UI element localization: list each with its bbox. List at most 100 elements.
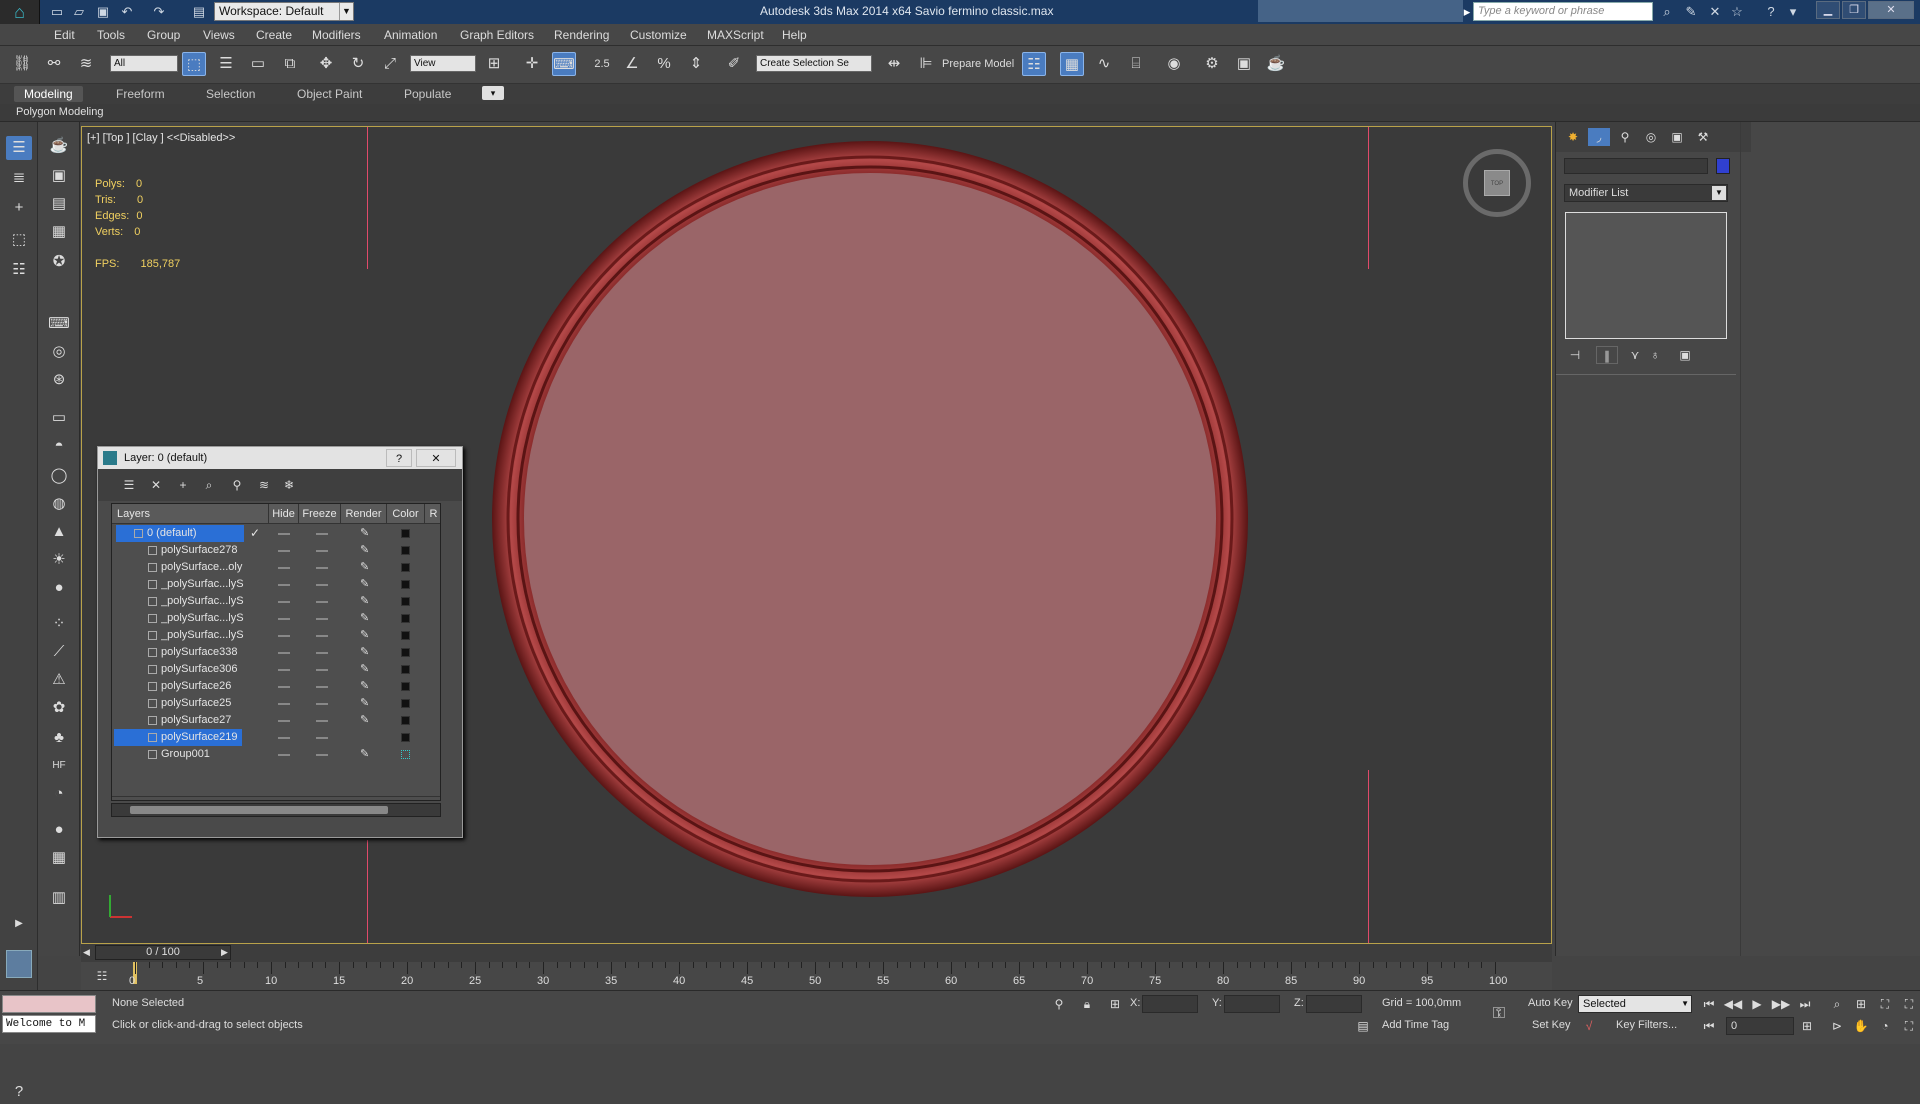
menu-help[interactable]: Help: [782, 28, 807, 42]
clipboard-icon[interactable]: ▤: [46, 192, 72, 216]
object-name-input[interactable]: [1564, 158, 1708, 174]
play-icon[interactable]: ▶: [1746, 995, 1768, 1013]
plane-icon[interactable]: ▭: [46, 406, 72, 430]
highlight-layer-icon[interactable]: ⚲: [226, 476, 248, 494]
hide-toggle[interactable]: [278, 754, 290, 756]
maximize-viewport-icon[interactable]: ⛶: [1898, 1017, 1920, 1035]
unlink-icon[interactable]: ⚯: [42, 52, 66, 76]
snaps-toggle-icon[interactable]: 2.5: [590, 52, 614, 76]
cone-icon[interactable]: ▲: [46, 520, 72, 544]
window-crossing-icon[interactable]: ⧉: [278, 52, 302, 76]
show-end-result-icon[interactable]: ∥: [1596, 346, 1618, 364]
curve-icon[interactable]: √: [1578, 1017, 1600, 1035]
layer-row[interactable]: polySurface27 ✎: [112, 712, 440, 729]
freeze-toggle[interactable]: [316, 533, 328, 535]
layer-row[interactable]: 0 (default) ✓ ✎: [112, 525, 440, 542]
sun-icon[interactable]: ☀: [46, 548, 72, 572]
hide-toggle[interactable]: [278, 652, 290, 654]
add-time-tag-button[interactable]: Add Time Tag: [1382, 1019, 1449, 1031]
layer-color-swatch[interactable]: [401, 631, 410, 640]
open-file-icon[interactable]: ▱: [70, 3, 88, 21]
col-layers[interactable]: Layers: [112, 504, 269, 524]
create-tab-icon[interactable]: ✸: [1562, 128, 1584, 146]
dome-icon[interactable]: ◓: [46, 434, 72, 458]
favorites-star-icon[interactable]: ☆: [1728, 3, 1746, 21]
hide-toggle[interactable]: [278, 703, 290, 705]
expand-panel-icon[interactable]: ▶: [6, 912, 32, 936]
viewcube-top-face[interactable]: TOP: [1484, 170, 1510, 196]
search-input[interactable]: Type a keyword or phrase: [1473, 2, 1653, 21]
table-icon[interactable]: ▦: [46, 220, 72, 244]
render-production-icon[interactable]: ☕: [1264, 52, 1288, 76]
hierarchy-tab-icon[interactable]: ⚲: [1614, 128, 1636, 146]
orbit-icon[interactable]: ◔: [1874, 1017, 1896, 1035]
modifier-list-select[interactable]: Modifier List ▼: [1564, 184, 1728, 202]
minimize-button[interactable]: ▁: [1816, 1, 1840, 19]
link-icon[interactable]: ⛓: [10, 52, 34, 76]
rotate-icon[interactable]: ↻: [346, 52, 370, 76]
zoom-extents-all-icon[interactable]: ⛶: [1898, 995, 1920, 1013]
layer-color-swatch[interactable]: [401, 614, 410, 623]
menu-group[interactable]: Group: [147, 28, 180, 42]
pan-icon[interactable]: ✋: [1850, 1017, 1872, 1035]
bind-space-warp-icon[interactable]: ≋: [74, 52, 98, 76]
menu-tools[interactable]: Tools: [97, 28, 125, 42]
hide-toggle[interactable]: [278, 567, 290, 569]
freeze-toggle[interactable]: [316, 669, 328, 671]
layer-manager-icon[interactable]: ▦: [1060, 52, 1084, 76]
project-folder-icon[interactable]: ▤: [190, 3, 208, 21]
torus-icon[interactable]: ◍: [46, 492, 72, 516]
render-teapot-icon[interactable]: ✎: [360, 712, 369, 729]
col-render[interactable]: Render: [341, 504, 387, 524]
tab-modeling[interactable]: Modeling: [14, 86, 83, 102]
help-button[interactable]: ?: [386, 449, 412, 467]
time-tag-icon[interactable]: ▤: [1352, 1017, 1374, 1035]
app-logo-icon[interactable]: ⌂: [0, 0, 40, 24]
layer-color-swatch[interactable]: [401, 529, 410, 538]
modifier-stack[interactable]: [1565, 212, 1727, 339]
zoom-all-icon[interactable]: ⊞: [1850, 995, 1872, 1013]
menu-customize[interactable]: Customize: [630, 28, 687, 42]
render-teapot-icon[interactable]: ✎: [360, 593, 369, 610]
hide-toggle[interactable]: [278, 533, 290, 535]
gear-icon[interactable]: ✿: [46, 696, 72, 720]
display-tab-icon[interactable]: ▣: [1666, 128, 1688, 146]
current-layer-check-icon[interactable]: ✓: [250, 525, 260, 542]
viewcube[interactable]: TOP: [1463, 149, 1531, 217]
rectangular-selection-icon[interactable]: ▭: [246, 52, 270, 76]
layer-color-swatch[interactable]: [401, 750, 410, 759]
auto-key-button[interactable]: Auto Key: [1528, 997, 1573, 1009]
named-selection-set-select[interactable]: Create Selection Se: [756, 55, 872, 72]
layer-row[interactable]: polySurface338 ✎: [112, 644, 440, 661]
ribbon-options-icon[interactable]: ▾: [482, 86, 504, 100]
workspace-select[interactable]: Workspace: Default ▼: [214, 2, 354, 21]
key-mode-select[interactable]: Selected ▼: [1578, 995, 1692, 1013]
next-key-icon[interactable]: ▶▶: [1770, 995, 1792, 1013]
layer-color-swatch[interactable]: [401, 546, 410, 555]
render-teapot-icon[interactable]: ✎: [360, 559, 369, 576]
layer-row[interactable]: Group001 ✎: [112, 746, 440, 763]
scrollbar-thumb[interactable]: [130, 806, 388, 814]
plate-object[interactable]: [490, 139, 1250, 899]
hide-toggle[interactable]: [278, 550, 290, 552]
layer-color-swatch[interactable]: [401, 699, 410, 708]
selection-filter-select[interactable]: All: [110, 55, 178, 72]
curve-editor-icon[interactable]: ∿: [1092, 52, 1116, 76]
go-to-end-icon[interactable]: ⏭: [1794, 995, 1816, 1013]
record-icon[interactable]: ◎: [46, 340, 72, 364]
current-frame-input[interactable]: 0: [1726, 1017, 1794, 1035]
geosphere-icon[interactable]: ●: [46, 576, 72, 600]
select-tool-icon[interactable]: ⬚: [6, 228, 32, 252]
edit-named-selection-icon[interactable]: ✐: [722, 52, 746, 76]
add-icon[interactable]: +: [6, 196, 32, 220]
freeze-toggle[interactable]: [316, 550, 328, 552]
x-coordinate-input[interactable]: [1142, 995, 1198, 1013]
render-teapot-icon[interactable]: ✎: [360, 695, 369, 712]
align-icon[interactable]: ⊫: [914, 52, 938, 76]
camera-icon[interactable]: ⌨: [46, 312, 72, 336]
scale-icon[interactable]: ⤢: [378, 52, 402, 76]
layer-color-swatch[interactable]: [401, 597, 410, 606]
freeze-toggle[interactable]: [316, 567, 328, 569]
layer-row[interactable]: polySurface...oly ✎: [112, 559, 440, 576]
col-hide[interactable]: Hide: [269, 504, 299, 524]
